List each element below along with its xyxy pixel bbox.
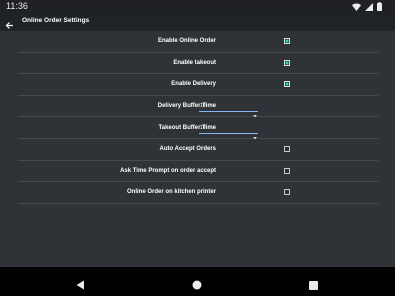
page-title: Online Order Settings (22, 17, 90, 24)
signal-icon (365, 2, 373, 11)
select-value: 10 (200, 103, 206, 110)
setting-row-kitchen-printer: Online Order on kitchen printer (18, 182, 378, 204)
home-circle-icon[interactable] (192, 277, 202, 295)
recents-square-icon[interactable] (309, 277, 318, 295)
setting-label: Ask Time Prompt on order accept (120, 167, 216, 174)
setting-row-delivery-buffer-time: Delivery Buffer Time 10 (18, 96, 378, 118)
kitchen-printer-checkbox[interactable] (284, 189, 290, 196)
back-triangle-icon[interactable] (76, 277, 85, 295)
status-icons (352, 2, 382, 11)
auto-accept-orders-checkbox[interactable] (284, 146, 290, 153)
setting-row-enable-online-order: Enable Online Order (18, 31, 378, 53)
ask-time-prompt-checkbox[interactable] (284, 167, 290, 174)
setting-row-enable-takeout: Enable takeout (18, 53, 378, 75)
arrow-left-icon[interactable] (5, 17, 14, 29)
setting-label: Enable Delivery (171, 81, 216, 88)
setting-label: Online Order on kitchen printer (126, 189, 216, 196)
setting-label: Auto Accept Orders (159, 146, 216, 153)
battery-icon (377, 2, 382, 11)
navigation-bar (0, 267, 395, 296)
enable-takeout-checkbox[interactable] (284, 59, 290, 66)
setting-row-ask-time-prompt: Ask Time Prompt on order accept (18, 161, 378, 183)
delivery-buffer-time-select[interactable]: 10 (199, 103, 258, 118)
status-bar: 11:36 (0, 0, 395, 13)
wifi-icon (352, 3, 361, 11)
enable-delivery-checkbox[interactable] (284, 81, 290, 88)
setting-row-enable-delivery: Enable Delivery (18, 74, 378, 96)
status-time: 11:36 (6, 1, 28, 11)
takeout-buffer-time-select[interactable]: 10 (199, 124, 258, 140)
select-value: 10 (200, 124, 206, 131)
app-bar: Online Order Settings (0, 13, 395, 31)
settings-list: Enable Online Order Enable takeout Enabl… (18, 31, 378, 204)
setting-row-auto-accept-orders: Auto Accept Orders (18, 139, 378, 161)
setting-row-takeout-buffer-time: Takeout Buffer Time 10 (18, 117, 378, 140)
setting-label: Enable takeout (173, 59, 216, 66)
enable-online-order-checkbox[interactable] (284, 38, 290, 45)
setting-label: Enable Online Order (157, 38, 216, 45)
